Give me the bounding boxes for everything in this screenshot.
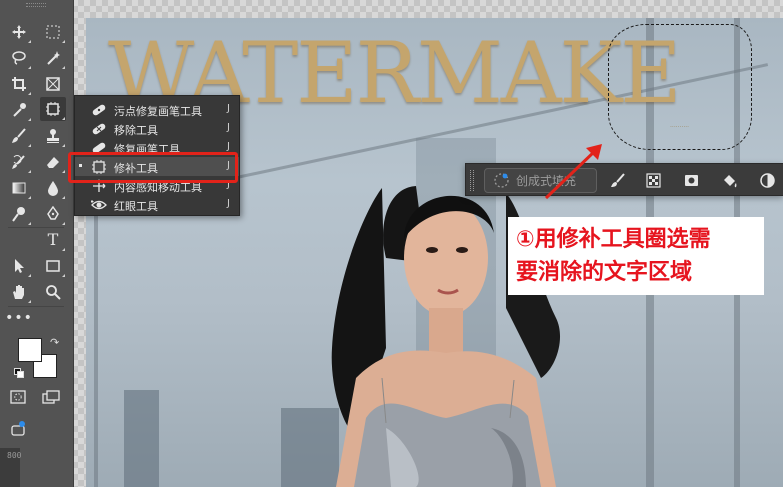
path-select-icon — [15, 259, 24, 273]
eyedropper-icon — [13, 103, 26, 117]
flyout-item-shortcut: J — [227, 141, 230, 152]
move-tool[interactable] — [6, 20, 32, 44]
taskbar-drag-handle[interactable] — [470, 170, 474, 191]
crop-icon — [12, 77, 26, 91]
circle-mask-icon[interactable] — [683, 172, 700, 189]
move-icon — [12, 25, 26, 39]
crop-tool[interactable] — [6, 72, 32, 96]
flyout-item-label: 污点修复画笔工具 — [114, 105, 202, 118]
paint-bucket-icon[interactable] — [721, 172, 738, 189]
eraser-tool[interactable] — [40, 150, 66, 174]
marquee-tool[interactable] — [40, 20, 66, 44]
flyout-item-shortcut: J — [227, 198, 230, 209]
eraser-icon — [47, 157, 59, 168]
frame-tool[interactable] — [40, 72, 66, 96]
brush-icon[interactable] — [609, 172, 626, 189]
lasso-tool[interactable] — [6, 46, 32, 70]
hand-icon — [13, 285, 24, 299]
dodge-icon — [12, 207, 25, 222]
patch-icon — [46, 102, 60, 116]
lasso-selection[interactable] — [608, 24, 752, 150]
pen-tool[interactable] — [40, 202, 66, 226]
zoom-tool[interactable] — [40, 280, 66, 304]
history-brush-tool[interactable] — [6, 150, 32, 174]
generative-button[interactable] — [10, 420, 28, 440]
frame-icon — [46, 77, 60, 91]
screen-mode-icon — [42, 390, 60, 404]
history-brush-icon — [12, 155, 25, 169]
type-icon: T — [47, 230, 59, 249]
flyout-item-shortcut: J — [227, 122, 230, 133]
hand-tool[interactable] — [6, 280, 32, 304]
rect-marquee-icon — [46, 25, 60, 39]
mask-checker-icon[interactable] — [645, 172, 662, 189]
callout-line-2: 要消除的文字区域 — [516, 260, 693, 285]
blur-drop-icon — [48, 181, 58, 196]
rectangle-shape-icon — [46, 260, 60, 272]
gradient-icon — [12, 182, 26, 194]
dodge-tool[interactable] — [6, 202, 32, 226]
vertical-ruler-label: 800 — [0, 448, 21, 487]
default-colors-icon[interactable] — [14, 368, 25, 379]
lasso-icon — [12, 51, 26, 65]
callout-line-1: ①用修补工具圈选需 — [516, 227, 711, 252]
flyout-item-label: 移除工具 — [114, 124, 158, 137]
shape-tool[interactable] — [40, 254, 66, 278]
adjustment-half-circle-icon[interactable] — [759, 172, 776, 189]
magic-wand-icon — [47, 51, 60, 65]
quick-mask-icon — [10, 390, 26, 404]
clone-stamp-icon — [47, 129, 59, 143]
spot-healing-brush-icon — [91, 102, 107, 117]
stamp-tool[interactable] — [40, 124, 66, 148]
path-selection-tool[interactable] — [6, 254, 32, 278]
brush-tool[interactable] — [6, 124, 32, 148]
tools-panel: T ••• ↷ 800 — [0, 0, 74, 487]
pen-icon — [47, 206, 59, 220]
generative-fill-icon — [494, 173, 509, 188]
instruction-callout: ①用修补工具圈选需 要消除的文字区域 — [508, 217, 764, 295]
blur-tool[interactable] — [40, 176, 66, 200]
brush-icon — [12, 128, 26, 143]
annotation-arrow — [544, 144, 602, 200]
more-tools-button[interactable]: ••• — [5, 306, 33, 330]
foreground-color-swatch[interactable] — [18, 338, 42, 362]
flyout-item-shortcut: J — [227, 103, 230, 114]
flyout-item-label: 红眼工具 — [114, 200, 158, 213]
magic-wand-tool[interactable] — [40, 46, 66, 70]
patch-tool[interactable] — [40, 97, 66, 121]
flyout-item-red-eye[interactable]: 红眼工具 J — [75, 195, 239, 214]
screen-mode-button[interactable] — [42, 390, 60, 408]
type-tool[interactable]: T — [40, 228, 66, 252]
eyedropper-tool[interactable] — [6, 98, 32, 122]
contextual-task-bar: 创成式填充 — [465, 163, 783, 196]
ellipsis-icon: ••• — [5, 310, 33, 326]
gradient-tool[interactable] — [6, 176, 32, 200]
red-eye-icon — [91, 197, 107, 212]
quick-mask-button[interactable] — [10, 390, 26, 408]
swap-colors-icon[interactable]: ↷ — [50, 336, 59, 349]
flyout-item-spot-healing-brush[interactable]: 污点修复画笔工具 J — [75, 100, 239, 119]
sparkle-ai-icon — [11, 421, 25, 436]
highlight-box-patch-tool — [68, 152, 238, 183]
flyout-item-remove-tool[interactable]: 移除工具 J — [75, 119, 239, 138]
zoom-icon — [46, 285, 61, 300]
remove-tool-icon — [91, 121, 107, 136]
panel-grip[interactable] — [26, 3, 46, 7]
